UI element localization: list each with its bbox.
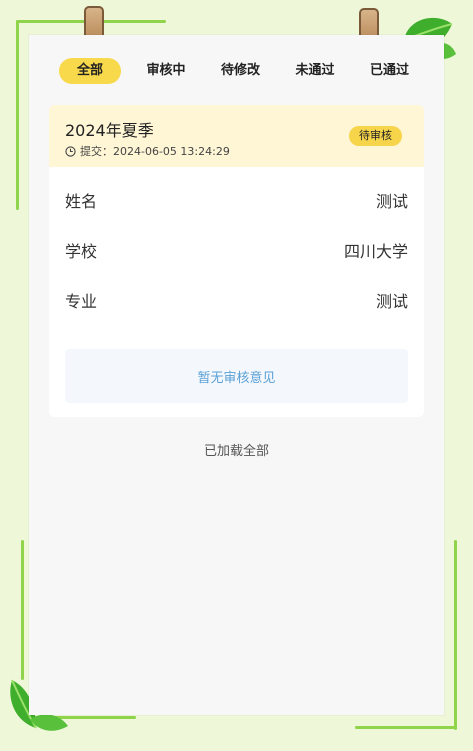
frame-left — [16, 20, 19, 210]
submit-time-text: 提交：2024-06-05 13:24:29 — [80, 145, 230, 158]
submit-time: 提交：2024-06-05 13:24:29 — [65, 143, 230, 159]
field-label: 姓名 — [65, 192, 98, 211]
loaded-all-text: 已加载全部 — [203, 444, 269, 459]
main-panel: 全部 审核中 待修改 未通过 已通过 2024年夏季 提交：2024-06-05… — [29, 35, 444, 715]
clock-icon — [65, 145, 76, 157]
tab-rejected[interactable]: 未通过 — [285, 58, 344, 84]
application-card[interactable]: 2024年夏季 提交：2024-06-05 13:24:29 待审核 姓名 测试 — [49, 105, 424, 417]
tab-to-modify[interactable]: 待修改 — [211, 58, 270, 84]
page-root: 全部 审核中 待修改 未通过 已通过 2024年夏季 提交：2024-06-05… — [0, 0, 473, 751]
card-header: 2024年夏季 提交：2024-06-05 13:24:29 待审核 — [49, 105, 424, 167]
field-label: 学校 — [65, 242, 98, 261]
frame-left-lower — [21, 540, 24, 680]
tab-approved[interactable]: 已通过 — [360, 58, 419, 84]
tab-all[interactable]: 全部 — [59, 58, 122, 84]
field-label: 专业 — [65, 292, 98, 311]
field-value: 测试 — [375, 192, 408, 211]
status-tabs: 全部 审核中 待修改 未通过 已通过 — [59, 58, 419, 84]
field-row-name: 姓名 测试 — [65, 188, 408, 212]
card-title: 2024年夏季 — [65, 121, 154, 140]
review-placeholder: 暂无审核意见 — [197, 370, 276, 386]
tab-reviewing[interactable]: 审核中 — [136, 58, 195, 84]
field-value: 测试 — [375, 292, 408, 311]
field-value: 四川大学 — [343, 242, 408, 261]
review-comment-box: 暂无审核意见 — [65, 349, 408, 403]
field-row-school: 学校 四川大学 — [65, 238, 408, 262]
status-badge: 待审核 — [349, 126, 402, 146]
field-row-major: 专业 测试 — [65, 288, 408, 312]
frame-right — [454, 540, 457, 730]
frame-bottom — [355, 726, 455, 729]
